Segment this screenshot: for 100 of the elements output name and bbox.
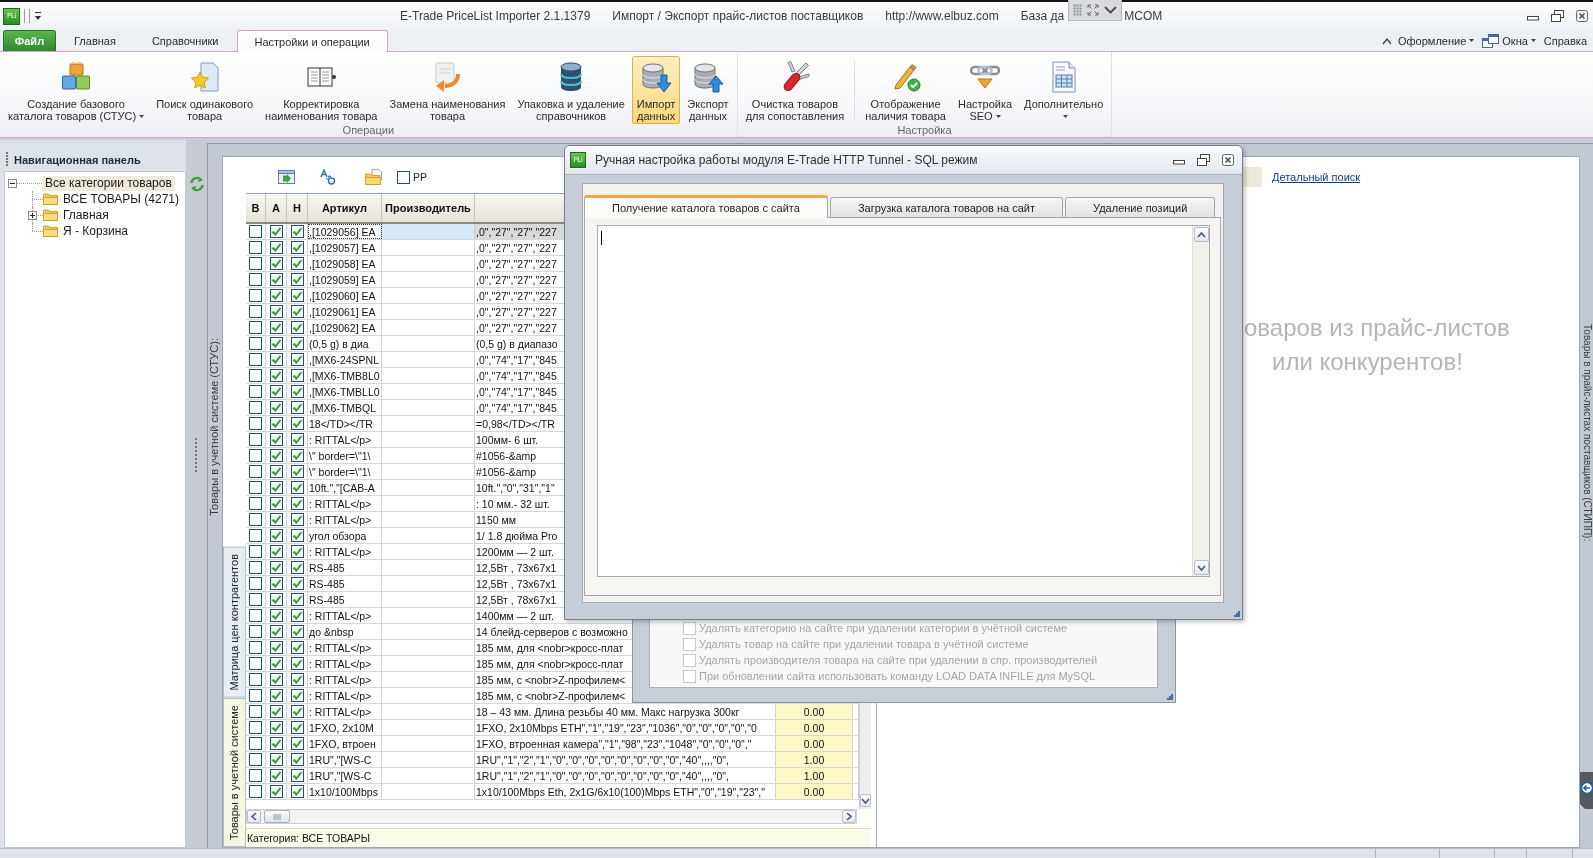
splitter-grip-icon[interactable]	[195, 438, 198, 475]
menu-button[interactable]: Окна	[1480, 31, 1538, 50]
table-cell[interactable]: : RITTAL</p>	[308, 672, 382, 687]
checkbox[interactable]	[269, 353, 283, 366]
vertical-tab[interactable]: Матрица цен контрагентов	[223, 547, 246, 698]
checkbox[interactable]	[269, 673, 283, 686]
checkbox[interactable]	[290, 529, 304, 542]
checkbox[interactable]	[290, 241, 304, 254]
checkbox[interactable]	[290, 593, 304, 606]
checkbox[interactable]	[249, 385, 262, 398]
checkbox[interactable]	[269, 785, 283, 798]
checkbox[interactable]	[269, 609, 283, 622]
checkbox[interactable]	[269, 449, 283, 462]
checkbox[interactable]	[249, 449, 262, 462]
checkbox[interactable]	[290, 769, 304, 782]
checkbox[interactable]	[269, 497, 283, 510]
checkbox[interactable]	[249, 497, 262, 510]
checkbox[interactable]	[249, 737, 262, 750]
checkbox[interactable]	[249, 257, 262, 270]
table-cell[interactable]: ,[1029059] EA	[308, 272, 382, 287]
checkbox[interactable]	[249, 561, 262, 574]
checkbox[interactable]	[290, 545, 304, 558]
vertical-tab[interactable]: Товары в учетной системе	[223, 697, 246, 847]
close-icon[interactable]	[1222, 154, 1234, 166]
dialog-tab[interactable]: Удаление позиций	[1065, 197, 1216, 217]
column-header[interactable]: Н	[287, 194, 308, 222]
column-header[interactable]: Производитель	[382, 194, 475, 222]
checkbox[interactable]	[290, 737, 304, 750]
checkbox[interactable]	[290, 785, 304, 798]
checkbox[interactable]	[269, 385, 283, 398]
table-cell[interactable]: 1x10/100Mbps	[308, 784, 382, 799]
checkbox[interactable]	[269, 241, 283, 254]
table-cell[interactable]: : RITTAL</p>	[308, 704, 382, 719]
table-cell[interactable]: 10ft.","[CAB-A	[308, 480, 382, 495]
checkbox[interactable]	[290, 753, 304, 766]
checkbox[interactable]	[249, 753, 262, 766]
ribbon-button[interactable]: Дополнительно	[1019, 56, 1109, 124]
table-cell[interactable]: RS-485	[308, 592, 382, 607]
checkbox[interactable]	[249, 657, 262, 670]
selected-cell[interactable]	[382, 224, 475, 239]
tree-item[interactable]: ВСЕ ТОВАРЫ (4271)	[60, 191, 182, 207]
checkbox[interactable]	[290, 609, 304, 622]
checkbox[interactable]	[269, 465, 283, 478]
checkbox[interactable]	[249, 705, 262, 718]
search-field[interactable]	[1243, 167, 1262, 187]
checkbox[interactable]	[269, 305, 283, 318]
ribbon-button[interactable]: Поиск одинакового товара	[151, 56, 259, 124]
tree-item[interactable]: Я - Корзина	[60, 223, 132, 239]
table-cell[interactable]: : RITTAL</p>	[308, 608, 382, 623]
checkbox[interactable]	[249, 401, 262, 414]
checkbox[interactable]	[249, 481, 262, 494]
table-cell[interactable]: : RITTAL</p>	[308, 656, 382, 671]
scroll-up-button[interactable]	[1194, 227, 1209, 242]
ribbon-button[interactable]: Замена наименования товара	[384, 56, 511, 124]
table-cell[interactable]: 1RU","[WS-C	[308, 752, 382, 767]
checkbox[interactable]	[249, 353, 262, 366]
checkbox[interactable]	[249, 305, 262, 318]
checkbox[interactable]	[249, 337, 262, 350]
scroll-left-button[interactable]	[247, 810, 261, 823]
checkbox[interactable]	[249, 625, 262, 638]
checkbox[interactable]	[290, 433, 304, 446]
checkbox[interactable]	[269, 481, 283, 494]
checkbox[interactable]	[269, 545, 283, 558]
column-header[interactable]: Артикул	[308, 194, 382, 222]
checkbox[interactable]	[249, 545, 262, 558]
ribbon-tab[interactable]: Настройки и операции	[236, 30, 388, 52]
checkbox[interactable]	[269, 337, 283, 350]
checkbox[interactable]	[397, 170, 410, 184]
expand-icon[interactable]	[1087, 4, 1100, 16]
table-cell[interactable]: ,[MX6-24SPNL	[308, 352, 382, 367]
checkbox[interactable]	[290, 577, 304, 590]
ribbon-tab[interactable]: Справочники	[133, 30, 237, 51]
table-cell[interactable]: : RITTAL</p>	[308, 432, 382, 447]
dialog-tab[interactable]: Получение каталога товаров с сайта	[584, 195, 828, 218]
checkbox[interactable]	[290, 465, 304, 478]
checkbox[interactable]	[269, 577, 283, 590]
checkbox[interactable]	[249, 289, 262, 302]
ribbon-button[interactable]: Очистка товаров для сопоставления	[740, 56, 850, 124]
checkbox[interactable]	[290, 449, 304, 462]
convert-icon[interactable]	[320, 169, 336, 185]
checkbox[interactable]	[269, 721, 283, 734]
checkbox[interactable]	[269, 689, 283, 702]
table-cell[interactable]: 18</TD></TR	[308, 416, 382, 431]
table-cell[interactable]: ,[MX6-TMBQL	[308, 400, 382, 415]
table-cell[interactable]: ,[1029061] EA	[308, 304, 382, 319]
checkbox[interactable]	[290, 705, 304, 718]
checkbox[interactable]	[269, 257, 283, 270]
checkbox[interactable]	[249, 321, 262, 334]
checkbox[interactable]	[249, 241, 262, 254]
ribbon-tab[interactable]: Главная	[56, 30, 134, 51]
minus-box-icon[interactable]	[8, 178, 17, 188]
checkbox[interactable]	[249, 529, 262, 542]
checkbox[interactable]	[249, 673, 262, 686]
checkbox[interactable]	[269, 625, 283, 638]
checkbox[interactable]	[269, 417, 283, 430]
checkbox[interactable]	[290, 273, 304, 286]
checkbox[interactable]	[290, 641, 304, 654]
checkbox[interactable]	[269, 561, 283, 574]
ribbon-button[interactable]: Упаковка и удаление справочников	[512, 56, 630, 124]
checkbox[interactable]	[269, 769, 283, 782]
